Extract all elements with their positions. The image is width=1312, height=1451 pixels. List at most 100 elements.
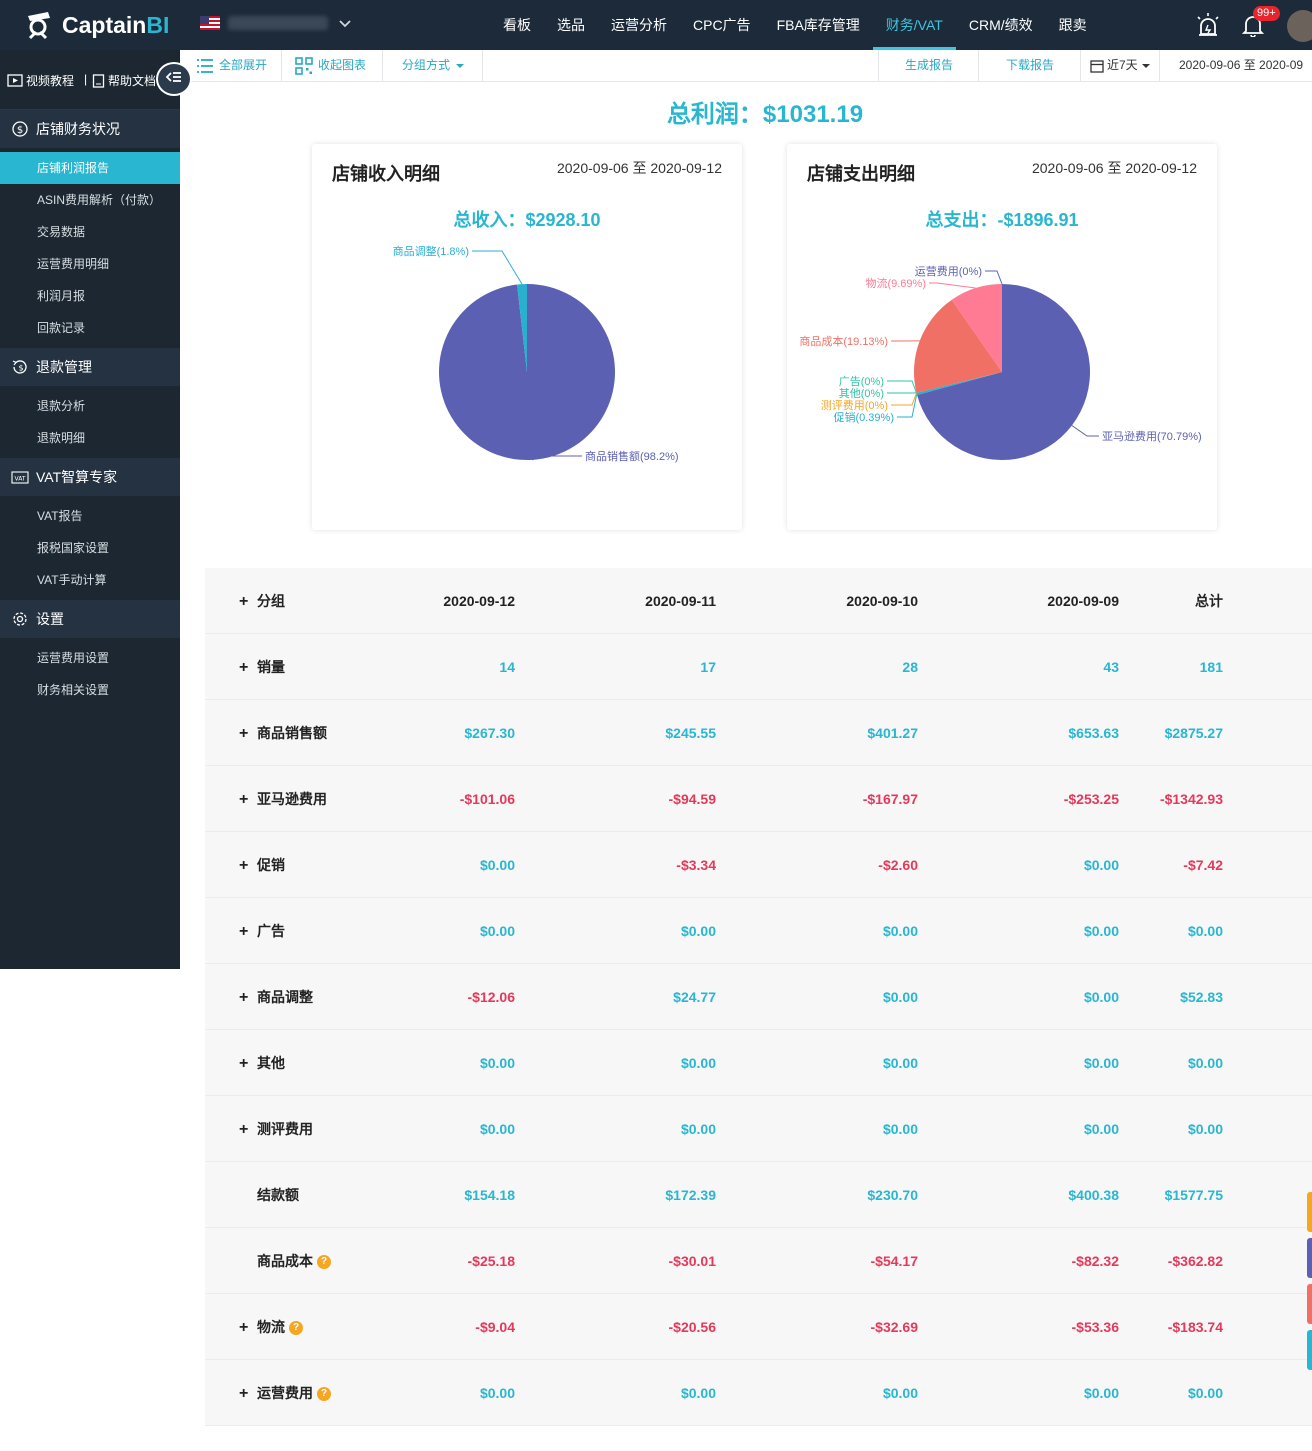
pie-leader-line	[472, 250, 523, 285]
us-flag-icon[interactable]	[200, 16, 220, 30]
row-label[interactable]: + 亚马逊费用	[239, 766, 327, 832]
collapse-chart-button[interactable]: 收起图表	[295, 50, 366, 81]
expand-plus-icon[interactable]: +	[239, 899, 257, 965]
help-icon[interactable]: ?	[317, 1255, 331, 1270]
date-range-preset[interactable]: 近7天	[1090, 50, 1156, 81]
sidebar-item[interactable]: 运营费用设置	[0, 642, 180, 674]
expand-all-button[interactable]: 全部展开	[196, 50, 267, 81]
expand-plus-icon[interactable]: +	[239, 1031, 257, 1097]
row-label: 商品成本?	[239, 1228, 331, 1294]
expand-plus-icon[interactable]: +	[239, 767, 257, 833]
help-docs-link[interactable]: 帮助文档	[92, 72, 156, 89]
sidebar-collapse-button[interactable]	[156, 62, 192, 96]
store-selector[interactable]	[228, 16, 328, 30]
download-report-button[interactable]: 下载报告	[1006, 50, 1054, 81]
table-cell: $0.00	[1187, 1055, 1223, 1071]
side-tab-purple[interactable]	[1307, 1238, 1312, 1278]
nav-item[interactable]: 财务/VAT	[872, 0, 956, 50]
avatar[interactable]	[1287, 10, 1312, 42]
table-cell: -$54.17	[870, 1253, 918, 1269]
table-cell: $0.00	[882, 989, 918, 1005]
sidebar-item[interactable]: 店铺利润报告	[0, 152, 180, 184]
expand-plus-icon[interactable]: +	[239, 1295, 257, 1361]
side-tab-teal[interactable]	[1307, 1330, 1312, 1370]
table-cell: -$7.42	[1183, 857, 1223, 873]
nav-item[interactable]: 选品	[544, 0, 598, 50]
row-label[interactable]: + 销量	[239, 634, 285, 700]
pie-label: 运营费用(0%)	[915, 264, 982, 278]
sidebar-item[interactable]: 交易数据	[0, 216, 180, 248]
date-range-preset-label: 近7天	[1107, 58, 1138, 72]
expand-plus-icon[interactable]: +	[239, 965, 257, 1031]
sidebar-item[interactable]: 回款记录	[0, 312, 180, 344]
nav-item[interactable]: CPC广告	[680, 0, 764, 50]
sidebar-group[interactable]: $ 店铺财务状况	[0, 110, 180, 148]
expand-plus-icon[interactable]: +	[239, 1097, 257, 1163]
table-cell: $154.18	[464, 1187, 515, 1203]
nav-item[interactable]: CRM/绩效	[956, 0, 1046, 50]
document-icon	[92, 73, 105, 88]
nav-item[interactable]: 跟卖	[1046, 0, 1100, 50]
nav-item[interactable]: 看板	[490, 0, 544, 50]
nav-item[interactable]: FBA库存管理	[764, 0, 873, 50]
toolbar-divider	[878, 50, 879, 81]
table-row: + 其他 $0.00 $0.00 $0.00 $0.00 $0.00	[205, 1030, 1312, 1096]
sidebar-group-title: VAT智算专家	[36, 469, 118, 485]
row-label-text: 商品销售额	[257, 725, 327, 741]
sidebar-item[interactable]: VAT手动计算	[0, 564, 180, 596]
sidebar-group-title: 设置	[36, 611, 64, 627]
table-cell: -$53.36	[1071, 1319, 1119, 1335]
expand-plus-icon[interactable]: +	[239, 635, 257, 701]
table-cell: -$94.59	[668, 791, 716, 807]
table-cell: $0.00	[479, 1385, 515, 1401]
chevron-down-icon[interactable]	[338, 14, 352, 34]
vat-icon: VAT	[11, 471, 29, 484]
sidebar-item[interactable]: 利润月报	[0, 280, 180, 312]
row-label[interactable]: + 分组	[239, 568, 285, 634]
row-label[interactable]: + 物流?	[239, 1294, 303, 1360]
generate-report-button[interactable]: 生成报告	[905, 50, 953, 81]
table-row: + 亚马逊费用 -$101.06 -$94.59 -$167.97 -$253.25 -$1…	[205, 766, 1312, 832]
captainbi-logo[interactable]: Captain BI	[22, 8, 169, 42]
sidebar-item[interactable]: 报税国家设置	[0, 532, 180, 564]
table-cell: $0.00	[1187, 923, 1223, 939]
expand-plus-icon[interactable]: +	[239, 569, 257, 635]
expand-plus-icon[interactable]: +	[239, 701, 257, 767]
row-label[interactable]: + 运营费用?	[239, 1360, 331, 1426]
sidebar-item[interactable]: 退款明细	[0, 422, 180, 454]
expand-plus-icon[interactable]: +	[239, 1361, 257, 1427]
table-cell: $0.00	[1083, 923, 1119, 939]
group-by-dropdown[interactable]: 分组方式	[402, 50, 466, 81]
help-icon[interactable]: ?	[317, 1387, 331, 1402]
table-row: + 广告 $0.00 $0.00 $0.00 $0.00 $0.00	[205, 898, 1312, 964]
row-label[interactable]: + 商品销售额	[239, 700, 327, 766]
date-range-input[interactable]: 2020-09-06 至 2020-09	[1179, 50, 1303, 81]
table-cell: $230.70	[867, 1187, 918, 1203]
sidebar-group[interactable]: 设置	[0, 600, 180, 638]
logo-bi-text: BI	[146, 11, 170, 38]
nav-item[interactable]: 运营分析	[598, 0, 680, 50]
row-label[interactable]: + 测评费用	[239, 1096, 313, 1162]
row-label[interactable]: + 广告	[239, 898, 285, 964]
expand-plus-icon[interactable]: +	[239, 833, 257, 899]
side-tab-orange[interactable]	[1307, 1192, 1312, 1232]
video-tutorial-link[interactable]: 视频教程	[7, 72, 74, 89]
sidebar-item[interactable]: 退款分析	[0, 390, 180, 422]
row-label[interactable]: + 其他	[239, 1030, 285, 1096]
row-label[interactable]: + 促销	[239, 832, 285, 898]
table-cell: $653.63	[1068, 725, 1119, 741]
sidebar-item[interactable]: 运营费用明细	[0, 248, 180, 280]
pie-label: 广告(0%)	[839, 375, 884, 388]
alarm-light-icon[interactable]	[1196, 12, 1220, 38]
help-icon[interactable]: ?	[289, 1321, 303, 1336]
side-tab-red[interactable]	[1307, 1284, 1312, 1324]
row-label[interactable]: + 商品调整	[239, 964, 313, 1030]
sidebar-group[interactable]: $ 退款管理	[0, 348, 180, 386]
sidebar-item[interactable]: ASIN费用解析（付款）	[0, 184, 180, 216]
sidebar-group-title: 店铺财务状况	[36, 121, 120, 137]
sidebar-item[interactable]: 财务相关设置	[0, 674, 180, 706]
total-profit: 总利润：$1031.19	[666, 101, 864, 128]
sidebar-item[interactable]: VAT报告	[0, 500, 180, 532]
sidebar-group[interactable]: VAT VAT智算专家	[0, 458, 180, 496]
table-cell: -$32.69	[870, 1319, 918, 1335]
